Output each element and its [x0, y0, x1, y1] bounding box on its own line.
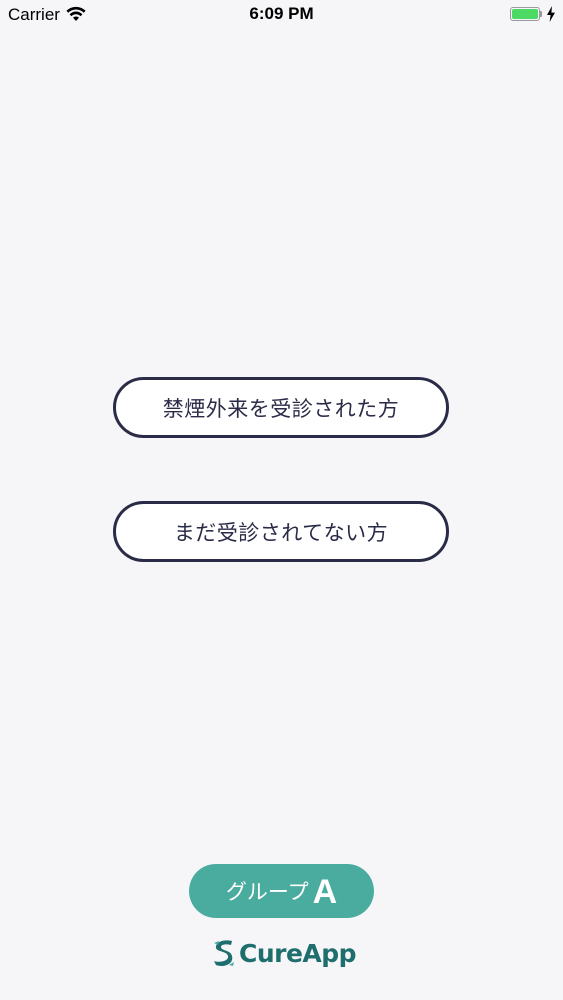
group-label: グループ	[225, 880, 309, 904]
battery-body	[510, 7, 540, 21]
charging-bolt-icon	[547, 6, 555, 22]
group-letter: A	[312, 873, 338, 911]
battery-fill	[512, 9, 538, 19]
screen: Carrier 6:09 PM 禁煙外来を受診された方 まだ受診されてない方 グ…	[0, 0, 563, 1000]
status-bar: Carrier 6:09 PM	[0, 0, 563, 30]
group-badge: グループ A	[189, 864, 374, 918]
cureapp-logo-text: CureApp	[239, 938, 357, 968]
battery-icon	[510, 7, 542, 21]
cureapp-logo: CureApp	[210, 937, 357, 969]
cureapp-logo-icon	[214, 940, 234, 966]
battery-tip	[540, 11, 542, 17]
status-time: 6:09 PM	[249, 4, 314, 23]
visited-clinic-button[interactable]: 禁煙外来を受診された方	[113, 377, 449, 438]
not-visited-clinic-button[interactable]: まだ受診されてない方	[113, 501, 449, 562]
